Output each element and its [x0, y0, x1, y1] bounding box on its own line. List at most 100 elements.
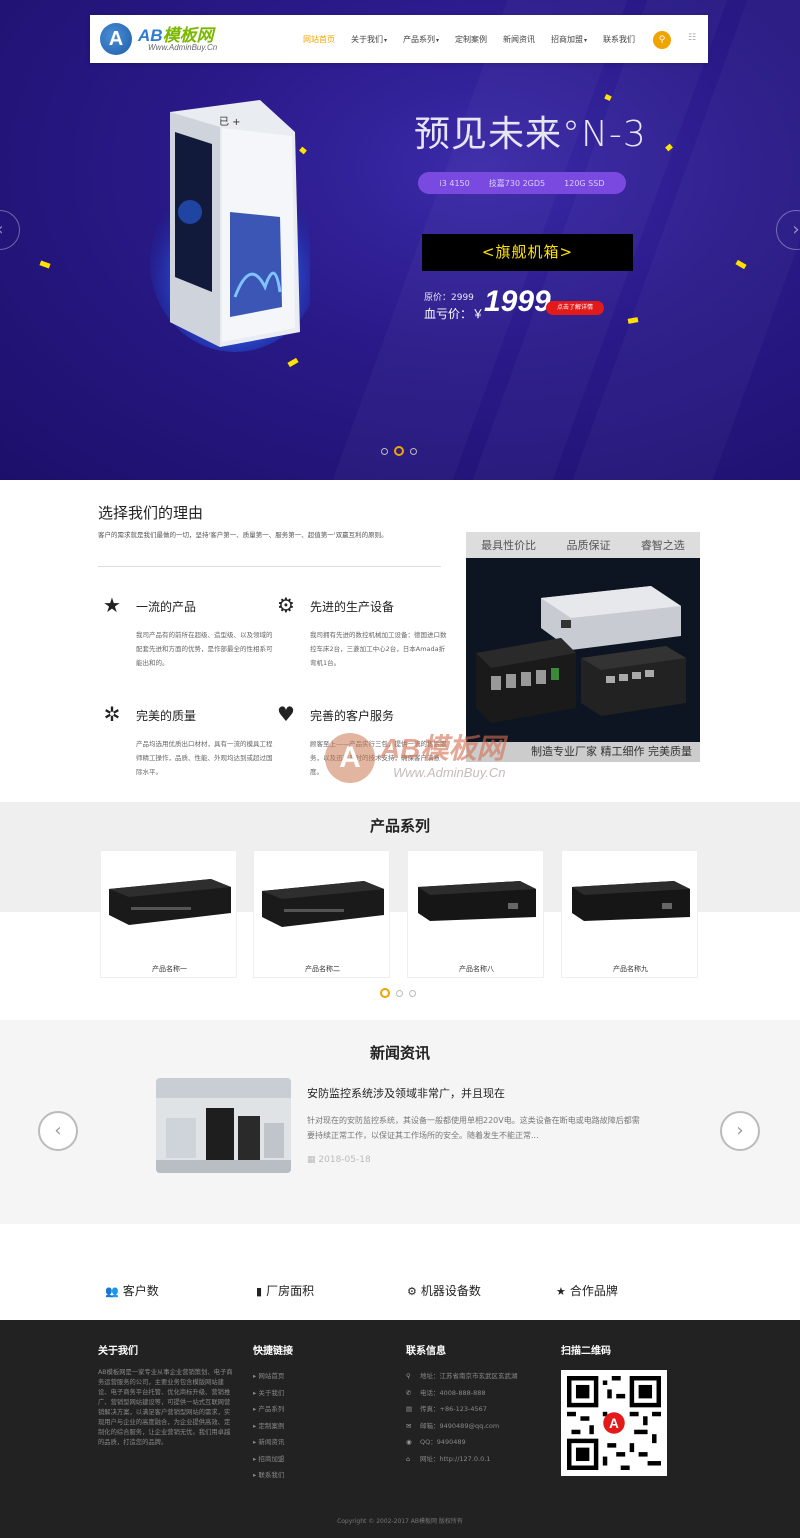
feature-title: 先进的生产设备: [310, 600, 395, 614]
menu-item-franchise[interactable]: 招商加盟▾: [543, 34, 595, 45]
product-dot[interactable]: [396, 989, 403, 997]
footer-contact-title: 联系信息: [406, 1346, 446, 1357]
quality-badge-icon: ✲: [103, 702, 121, 726]
news-next-button[interactable]: ›: [720, 1111, 760, 1151]
product-card[interactable]: 产品名称二: [253, 850, 390, 978]
contact-row: ⚲ 地址：江苏省南京市玄武区玄武湖: [406, 1368, 518, 1385]
tab-value[interactable]: 最具性价比: [481, 537, 536, 553]
qq-icon: ◉: [406, 1438, 412, 1446]
spec-pill: i3 4150 技嘉730 2GD5 120G SSD: [418, 172, 626, 194]
phone-icon: ✆: [406, 1388, 412, 1397]
contact-text: 地址：江苏省南京市玄武区玄武湖: [420, 1372, 518, 1380]
building-icon: ▮: [256, 1285, 263, 1298]
footer-link-label: 联系我们: [258, 1471, 285, 1479]
product-card[interactable]: 产品名称八: [407, 850, 544, 978]
contact-text: 邮箱：9490489@qq.com: [420, 1421, 500, 1430]
fax-icon: ▤: [406, 1405, 413, 1413]
news-prev-button[interactable]: ‹: [38, 1111, 78, 1151]
menu-item-home[interactable]: 网站首页: [295, 34, 343, 45]
stat-item: 👥 客户数: [105, 1282, 159, 1299]
contact-text: QQ：9490489: [420, 1438, 466, 1446]
hero-title: 预见未来°N-3: [414, 114, 647, 155]
menu-label: 产品系列: [403, 34, 436, 44]
footer-about-title: 关于我们: [98, 1346, 138, 1357]
footer-link[interactable]: ▸ 联系我们: [253, 1467, 284, 1484]
hero-prev-button[interactable]: ‹: [0, 210, 20, 250]
product-card[interactable]: 产品名称九: [561, 850, 698, 978]
footer-contact: ⚲ 地址：江苏省南京市玄武区玄武湖 ✆ 电话：4008-888-888 ▤ 传真：+8…: [406, 1368, 518, 1467]
menu-item-products[interactable]: 产品系列▾: [395, 34, 447, 45]
footer-link-label: 产品系列: [258, 1405, 285, 1413]
contact-text: 网址：http://127.0.0.1: [420, 1454, 491, 1463]
qr-code-image: A: [567, 1376, 661, 1470]
footer-link[interactable]: ▸ 招商加盟: [253, 1451, 284, 1468]
slide-dot-active[interactable]: [394, 446, 404, 456]
site-logo[interactable]: A AB模板网 Www.AdminBuy.Cn: [100, 21, 230, 57]
why-subtitle: 客户的需求就是我们最做的一切，坚持'客户第一、质量第一、服务第一、超值第一'双赢…: [98, 531, 388, 539]
why-title: 选择我们的理由: [98, 504, 204, 522]
heart-icon: ♥: [277, 702, 295, 726]
product-image: [262, 881, 384, 927]
tab-quality[interactable]: 品质保证: [566, 537, 610, 553]
logo-subtitle: Www.AdminBuy.Cn: [148, 43, 218, 52]
menu-item-contact[interactable]: 联系我们: [595, 34, 643, 45]
stat-label: 客户数: [122, 1284, 159, 1298]
news-body: 针对现在的安防监控系统，其设备一般都使用单相220V电。这类设备在断电或电路故障…: [307, 1116, 640, 1140]
confetti: [39, 260, 51, 269]
product-dot-active[interactable]: [380, 988, 390, 998]
divider: [98, 566, 441, 567]
search-icon[interactable]: ⚲: [653, 31, 671, 49]
products-title: 产品系列: [369, 817, 430, 835]
tab-smart[interactable]: 睿智之选: [641, 537, 685, 553]
footer-link[interactable]: ▸ 新闻资讯: [253, 1434, 284, 1451]
footer-links-title: 快捷链接: [253, 1346, 293, 1357]
slide-dot[interactable]: [381, 447, 388, 455]
gears-icon: ⚙: [277, 593, 295, 617]
sale-price-label: 血亏价：￥: [424, 307, 485, 321]
news-title: 新闻资讯: [369, 1044, 430, 1062]
stat-item: ⚙ 机器设备数: [407, 1282, 481, 1299]
news-image[interactable]: [156, 1078, 291, 1173]
footer-link[interactable]: ▸ 网站首页: [253, 1368, 284, 1385]
footer-link-label: 新闻资讯: [258, 1438, 285, 1446]
caret-down-icon: ▾: [384, 36, 388, 44]
contact-text: 电话：4008-888-888: [420, 1388, 486, 1397]
menu-label: 网站首页: [303, 34, 335, 44]
footer-link[interactable]: ▸ 关于我们: [253, 1385, 284, 1402]
products-dots: [380, 988, 416, 998]
contact-row: ⌂ 网址：http://127.0.0.1: [406, 1451, 518, 1468]
menu-item-cases[interactable]: 定制案例: [447, 34, 495, 45]
news-headline[interactable]: 安防监控系统涉及领域非常广，并且现在: [307, 1085, 505, 1101]
buy-details-button[interactable]: 点击了解详情: [546, 301, 604, 315]
footer-qr-title: 扫描二维码: [561, 1346, 611, 1357]
feature-title: 完美的质量: [136, 709, 197, 723]
qr-code: A: [561, 1370, 667, 1476]
product-card[interactable]: 产品名称一: [100, 850, 237, 978]
product-name: 产品名称一: [152, 965, 187, 973]
menu-label: 联系我们: [603, 34, 636, 44]
location-icon: ⚲: [406, 1372, 411, 1380]
hero-banner: 已 + 预见未来°N-3 i3 4150 技嘉730 2GD5 120G SSD…: [0, 0, 800, 480]
feature-text: 产品均选用优质出口材材，具有一流的模具工程师精工操作，品质、性能、外观均达到或超…: [136, 740, 273, 776]
contact-row: ◉ QQ：9490489: [406, 1434, 518, 1451]
calendar-icon: ▦: [307, 1155, 316, 1165]
hero-slide-dots: [381, 446, 417, 456]
menu-item-about[interactable]: 关于我们▾: [343, 34, 395, 45]
menu-label: 关于我们: [351, 34, 383, 44]
confetti: [287, 357, 299, 368]
stat-label: 合作品牌: [569, 1284, 618, 1298]
feature-title: 一流的产品: [136, 600, 197, 614]
product-name: 产品名称二: [305, 965, 340, 973]
slide-dot[interactable]: [410, 447, 417, 455]
star-icon: ★: [556, 1285, 566, 1298]
footer-link[interactable]: ▸ 产品系列: [253, 1401, 284, 1418]
lang-icon[interactable]: ☷: [688, 33, 696, 43]
mail-icon: ✉: [406, 1421, 412, 1430]
footer-links: ▸ 网站首页 ▸ 关于我们 ▸ 产品系列 ▸ 定制案例 ▸ 新闻资讯 ▸ 招商加…: [253, 1368, 284, 1484]
caret-down-icon: ▾: [436, 36, 440, 44]
menu-item-news[interactable]: 新闻资讯: [495, 34, 543, 45]
footer-link[interactable]: ▸ 定制案例: [253, 1418, 284, 1435]
product-dot[interactable]: [409, 989, 416, 997]
watermark-subtitle: Www.AdminBuy.Cn: [393, 765, 506, 780]
footer-link-label: 定制案例: [258, 1421, 285, 1430]
